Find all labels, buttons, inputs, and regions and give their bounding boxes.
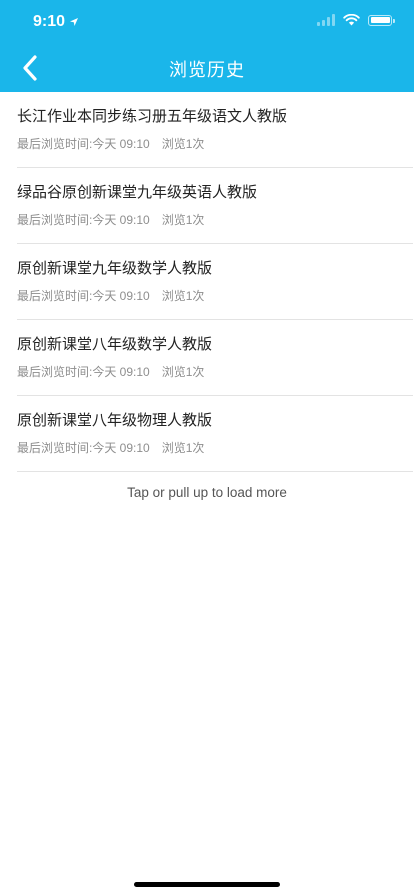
home-indicator[interactable] [134, 882, 280, 887]
app-header: 9:10 浏览历史 [0, 0, 414, 92]
history-item[interactable]: 原创新课堂八年级物理人教版 最后浏览时间:今天 09:10 浏览1次 [17, 396, 413, 472]
history-item-meta: 最后浏览时间:今天 09:10 浏览1次 [17, 439, 204, 456]
history-item-title: 绿品谷原创新课堂九年级英语人教版 [17, 184, 258, 201]
status-time: 9:10 [33, 13, 79, 31]
history-item-meta: 最后浏览时间:今天 09:10 浏览1次 [17, 135, 204, 152]
wifi-icon [343, 14, 360, 26]
history-item-title: 原创新课堂九年级数学人教版 [17, 260, 213, 277]
battery-icon [368, 14, 395, 26]
load-more-button[interactable]: Tap or pull up to load more [0, 485, 414, 500]
last-viewed-time: 最后浏览时间:今天 09:10 [17, 365, 150, 379]
cellular-signal-icon [317, 14, 335, 26]
location-arrow-icon [70, 18, 79, 26]
last-viewed-time: 最后浏览时间:今天 09:10 [17, 289, 150, 303]
navigation-bar: 浏览历史 [0, 44, 414, 92]
status-icons [317, 14, 395, 26]
view-count: 浏览1次 [161, 137, 205, 151]
history-item-meta: 最后浏览时间:今天 09:10 浏览1次 [17, 363, 204, 380]
view-count: 浏览1次 [161, 213, 205, 227]
history-item[interactable]: 原创新课堂九年级数学人教版 最后浏览时间:今天 09:10 浏览1次 [17, 244, 413, 320]
status-bar: 9:10 [0, 0, 414, 44]
history-item-title: 原创新课堂八年级数学人教版 [17, 336, 213, 353]
view-count: 浏览1次 [161, 365, 205, 379]
page-title: 浏览历史 [169, 60, 245, 80]
history-item[interactable]: 原创新课堂八年级数学人教版 最后浏览时间:今天 09:10 浏览1次 [17, 320, 413, 396]
history-item-meta: 最后浏览时间:今天 09:10 浏览1次 [17, 287, 204, 304]
last-viewed-time: 最后浏览时间:今天 09:10 [17, 441, 150, 455]
history-item-title: 原创新课堂八年级物理人教版 [17, 412, 213, 429]
history-item[interactable]: 长江作业本同步练习册五年级语文人教版 最后浏览时间:今天 09:10 浏览1次 [17, 92, 413, 168]
history-item[interactable]: 绿品谷原创新课堂九年级英语人教版 最后浏览时间:今天 09:10 浏览1次 [17, 168, 413, 244]
last-viewed-time: 最后浏览时间:今天 09:10 [17, 213, 150, 227]
history-item-meta: 最后浏览时间:今天 09:10 浏览1次 [17, 211, 204, 228]
history-list: 长江作业本同步练习册五年级语文人教版 最后浏览时间:今天 09:10 浏览1次 … [0, 92, 414, 472]
last-viewed-time: 最后浏览时间:今天 09:10 [17, 137, 150, 151]
status-time-text: 9:10 [33, 13, 66, 30]
view-count: 浏览1次 [161, 441, 205, 455]
history-item-title: 长江作业本同步练习册五年级语文人教版 [17, 108, 288, 125]
view-count: 浏览1次 [161, 289, 205, 303]
